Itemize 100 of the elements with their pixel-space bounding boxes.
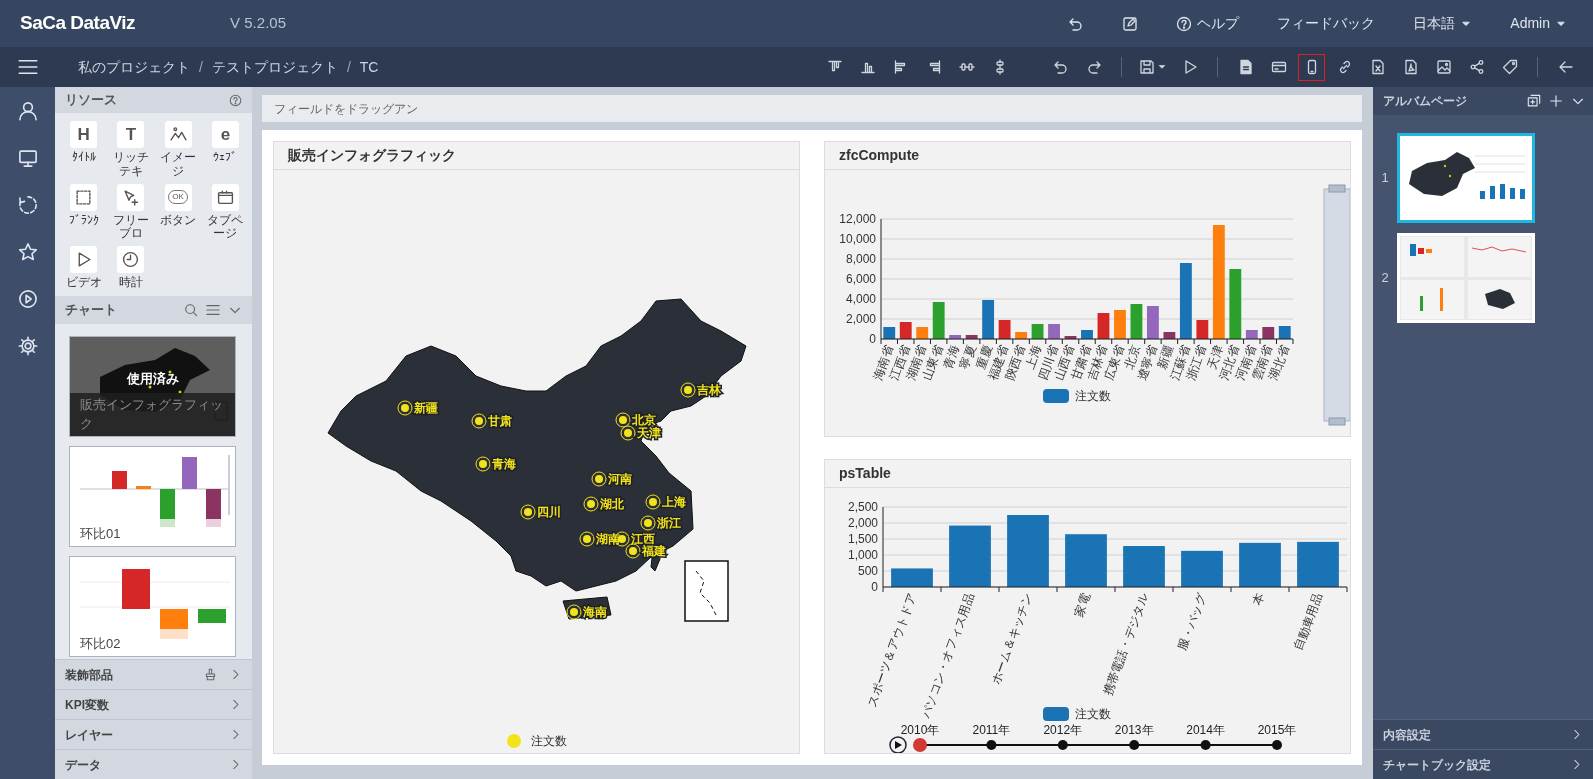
section-header[interactable]: KPI変数: [55, 689, 252, 719]
axis-label: 0: [869, 332, 876, 346]
image-icon: [1435, 59, 1452, 75]
axis-label: 自動車用品: [1291, 590, 1325, 652]
settings-section[interactable]: チャートブック設定: [1373, 749, 1593, 779]
resource-label: リッチテキ: [111, 151, 150, 179]
map-label: 北京: [632, 413, 656, 427]
resource-tile[interactable]: [117, 246, 145, 274]
list-menu-button[interactable]: [206, 303, 220, 317]
axis-label: 2,000: [847, 515, 878, 530]
map-marker: [680, 382, 696, 398]
language-dropdown[interactable]: 日本語: [1407, 9, 1479, 38]
timeline-point[interactable]: [1129, 739, 1140, 750]
panel-title: アルバムページ: [1383, 93, 1467, 110]
resource-tile[interactable]: [164, 121, 192, 148]
resource-tile[interactable]: e: [211, 121, 239, 148]
zoom-slider[interactable]: [1323, 184, 1350, 426]
axis-label: パソコン・オフィス用品: [918, 590, 977, 720]
timeline-label[interactable]: 2011年: [972, 722, 1011, 737]
share-icon: [1468, 59, 1485, 75]
map-label: 江西: [631, 532, 655, 546]
help-link[interactable]: ヘルプ: [1170, 9, 1246, 38]
timeline-label[interactable]: 2013年: [1114, 722, 1154, 737]
map-marker: [579, 531, 595, 547]
breadcrumb-item[interactable]: TC: [359, 56, 379, 78]
timeline-label[interactable]: 2010年: [900, 722, 940, 737]
timeline-label[interactable]: 2014年: [1186, 722, 1225, 737]
map-marker: [475, 456, 491, 472]
user-menu[interactable]: Admin: [1504, 9, 1573, 38]
document-icon: [1237, 59, 1254, 75]
field-drop-zone[interactable]: フィールドをドラッグアン: [262, 95, 1362, 122]
mobile-button[interactable]: [1298, 53, 1325, 81]
chart-card[interactable]: 环比01: [69, 446, 236, 547]
map-inset-drawing: [684, 560, 729, 622]
bar: [949, 525, 991, 587]
map-marker: [397, 400, 413, 416]
axis-label: 4,000: [845, 292, 876, 306]
section-header[interactable]: レイヤー: [55, 719, 252, 749]
axis-label: 携帯電話・デジタル: [1100, 590, 1151, 697]
help-icon: [1176, 15, 1193, 32]
resource-tile[interactable]: [70, 246, 98, 274]
resource-label: ビデオ: [65, 276, 102, 290]
legend-marker: [1043, 389, 1069, 403]
breadcrumb-item[interactable]: テストプロジェクト: [211, 56, 338, 78]
axis-label: 1,000: [847, 547, 878, 562]
map-label: 河南: [608, 472, 632, 486]
chart-title: 販売インフォグラフィック: [70, 393, 235, 436]
map-marker: [591, 471, 607, 487]
resource-tile[interactable]: T: [117, 121, 145, 148]
section-header[interactable]: データ: [55, 749, 252, 779]
timeline-point[interactable]: [986, 739, 997, 750]
map-marker: [625, 543, 641, 559]
bar: [982, 300, 995, 339]
timeline-label[interactable]: 2015年: [1257, 722, 1297, 737]
add-button[interactable]: [1549, 94, 1563, 108]
edit-icon: [1122, 15, 1139, 32]
resource-label: 時計: [118, 276, 143, 290]
chart-card[interactable]: 使用済み 販売インフォグラフィック: [69, 336, 236, 437]
resource-tile[interactable]: [211, 183, 239, 211]
play-button[interactable]: [889, 735, 907, 753]
brush-icon: [204, 668, 217, 681]
section-header[interactable]: 装飾部品: [55, 659, 252, 689]
settings-section[interactable]: 内容設定: [1373, 719, 1593, 749]
page-number: 1: [1380, 169, 1390, 188]
map-marker: [645, 494, 661, 510]
bar: [932, 302, 945, 339]
map-marker: [640, 515, 656, 531]
search-button[interactable]: [184, 303, 198, 317]
bar: [1181, 550, 1223, 587]
breadcrumb-separator: /: [346, 57, 351, 77]
help-button[interactable]: [229, 93, 242, 107]
timeline-point[interactable]: [1272, 739, 1282, 750]
play-circle-icon: [17, 289, 38, 309]
section-title: 内容設定: [1383, 726, 1431, 744]
search-icon: [184, 303, 198, 317]
axis-label: 500: [857, 563, 878, 578]
resource-tile[interactable]: [70, 183, 98, 211]
free-cursor-icon: [122, 188, 140, 206]
breadcrumb-separator: /: [199, 57, 203, 77]
chart-card[interactable]: 环比02: [69, 556, 236, 657]
axis-label: ホーム＆キッチン: [988, 590, 1035, 686]
feedback-link[interactable]: フィードバック: [1271, 9, 1382, 38]
map-label: 吉林: [697, 383, 721, 397]
breadcrumb-item[interactable]: 私のプロジェクト: [78, 56, 190, 78]
plus-icon: [1549, 94, 1563, 108]
settings-icon: [17, 336, 38, 356]
resource-tile[interactable]: OK: [164, 183, 192, 211]
legend-label: 注文数: [1075, 706, 1111, 721]
resource-tile[interactable]: [117, 183, 145, 211]
resource-tile[interactable]: H: [70, 121, 98, 148]
back-icon: [1557, 59, 1574, 75]
caret-icon: [1157, 62, 1167, 72]
pdf-icon: [1402, 59, 1419, 75]
timeline-point[interactable]: [1200, 739, 1211, 750]
timeline-label[interactable]: 2012年: [1043, 722, 1083, 737]
bar: [1130, 304, 1143, 339]
map-label: 福建: [642, 544, 666, 558]
add-page-button[interactable]: [1527, 94, 1541, 108]
menu-icon: [206, 303, 220, 317]
timeline-point[interactable]: [1057, 739, 1068, 750]
